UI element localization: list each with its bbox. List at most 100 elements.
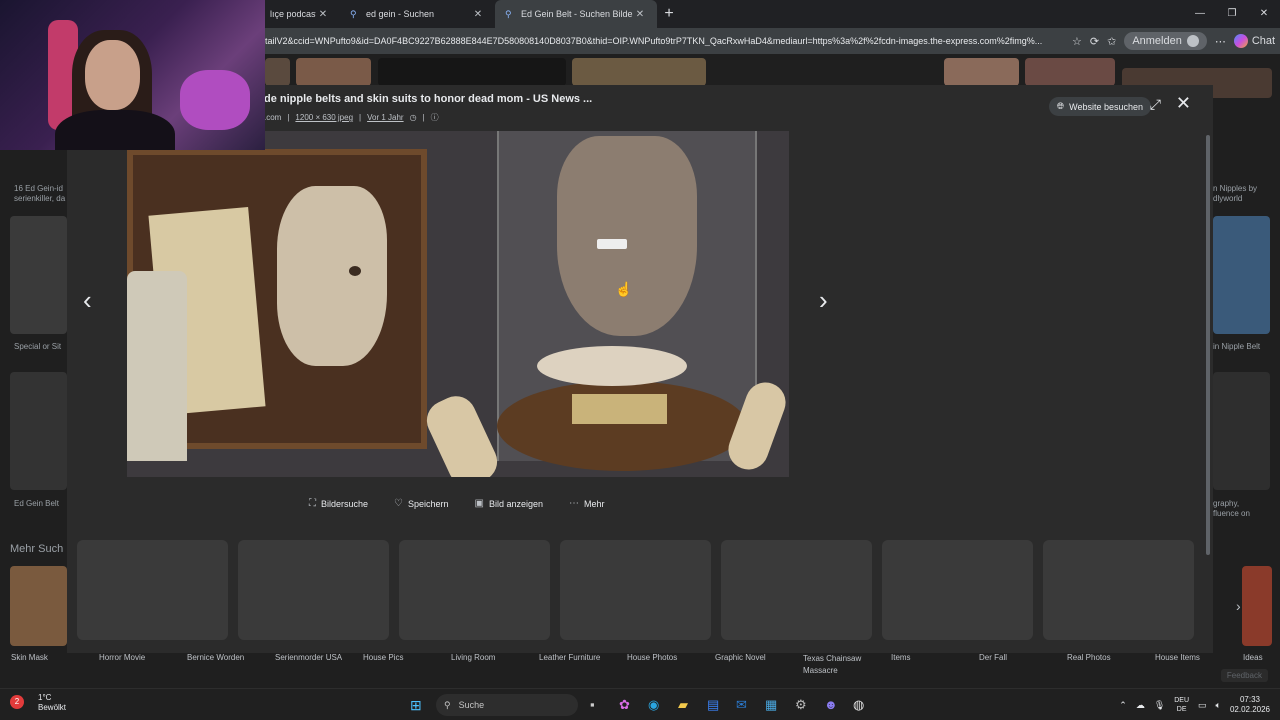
related-search-chip[interactable]: Texas Chainsaw Massacre xyxy=(803,653,873,677)
tab-ed-gein-belt-images[interactable]: ⚲ Ed Gein Belt - Suchen Bilder ✕ xyxy=(495,0,657,28)
related-search-chip[interactable]: Living Room xyxy=(451,653,495,662)
network-icon[interactable]: ☁ xyxy=(1136,700,1145,711)
photos-icon[interactable]: ▦ xyxy=(765,697,777,713)
related-image-placeholder[interactable] xyxy=(1043,540,1194,640)
language-indicator[interactable]: DEU DE xyxy=(1174,696,1189,714)
related-image-placeholder[interactable] xyxy=(721,540,872,640)
bg-caption: graphy, fluence on xyxy=(1213,499,1250,518)
microphone-icon[interactable]: 🎙︎ xyxy=(1154,700,1165,711)
more-button[interactable]: ⋯ Mehr xyxy=(569,498,605,509)
related-search-chip[interactable]: Items xyxy=(891,653,911,662)
meta-age[interactable]: Vor 1 Jahr xyxy=(367,113,403,122)
tab-ed-gein-search[interactable]: ⚲ ed gein - Suchen ✕ xyxy=(340,0,495,28)
window-controls: — ❐ ✕ xyxy=(1184,0,1280,28)
related-image-placeholder[interactable] xyxy=(238,540,389,640)
windows-start-icon[interactable]: ⊞ xyxy=(410,697,422,714)
visual-search-button[interactable]: ⛶ Bildersuche xyxy=(309,498,368,509)
window-close-icon[interactable]: ✕ xyxy=(1248,0,1280,28)
related-search-chip[interactable]: House Pics xyxy=(363,653,403,662)
file-explorer-icon[interactable]: ▰ xyxy=(678,697,688,713)
copilot-chat-button[interactable]: Chat xyxy=(1233,34,1275,48)
menu-dots-icon[interactable]: ⋯ xyxy=(1215,35,1226,48)
clock[interactable]: 07:33 02.02.2026 xyxy=(1230,695,1270,715)
related-search-chip[interactable]: Real Photos xyxy=(1067,653,1111,662)
refresh-icon[interactable]: ⟳ xyxy=(1090,35,1099,48)
signin-button[interactable]: Anmelden xyxy=(1124,32,1207,50)
related-image-placeholder[interactable] xyxy=(77,540,228,640)
feedback-button[interactable]: Feedback xyxy=(1220,669,1268,682)
visit-website-button[interactable]: 🌐︎ Website besuchen xyxy=(1048,97,1151,116)
bg-thumbnail[interactable] xyxy=(10,566,67,646)
edge-browser-icon[interactable]: ◉ xyxy=(648,697,659,713)
previous-image-icon[interactable]: ‹ xyxy=(83,285,92,316)
display-icon[interactable]: ▭ xyxy=(1198,700,1207,711)
related-search-chip[interactable]: Horror Movie xyxy=(99,653,145,662)
meta-domain[interactable]: .com xyxy=(264,113,281,122)
tab-close-icon[interactable]: ✕ xyxy=(471,9,485,20)
bg-thumbnail[interactable] xyxy=(378,58,566,86)
bg-thumbnail[interactable] xyxy=(944,58,1019,86)
related-search-chip[interactable]: Serienmorder USA xyxy=(275,653,342,662)
related-search-chip[interactable]: Der Fall xyxy=(979,653,1007,662)
volume-icon[interactable]: 🔈︎ xyxy=(1216,700,1221,711)
taskbar-search[interactable]: ⚲ Suche xyxy=(436,694,578,716)
maximize-icon[interactable]: ❐ xyxy=(1216,0,1248,28)
discord-icon[interactable]: ☻ xyxy=(824,697,838,712)
more-searches-heading: Mehr Such xyxy=(10,543,64,555)
store-icon[interactable]: ▤ xyxy=(707,697,719,713)
task-view-icon[interactable]: ▪ xyxy=(590,697,595,712)
bg-thumbnail[interactable] xyxy=(10,216,67,334)
image-bone xyxy=(420,389,504,477)
image-head xyxy=(557,136,697,336)
tab-podcast[interactable]: lıçe podcast pang ✕ xyxy=(260,0,340,28)
next-image-icon[interactable]: › xyxy=(819,285,828,316)
tray-chevron-icon[interactable]: ⌃ xyxy=(1119,700,1127,711)
streamer-body xyxy=(55,110,175,150)
meta-separator: | xyxy=(359,113,362,122)
bg-thumbnail[interactable] xyxy=(572,58,706,86)
related-search-chip[interactable]: Leather Furniture xyxy=(539,653,600,662)
info-icon[interactable]: ⓘ xyxy=(431,112,439,123)
related-search-chip[interactable]: House Items xyxy=(1155,653,1200,662)
bg-thumbnail[interactable] xyxy=(10,372,67,490)
view-image-button[interactable]: ▣ Bild anzeigen xyxy=(475,498,544,509)
save-button[interactable]: ♡ Speichern xyxy=(394,498,449,509)
clock-date: 02.02.2026 xyxy=(1229,705,1270,714)
meta-size[interactable]: 1200 × 630 jpeg xyxy=(295,113,353,122)
close-icon[interactable]: ✕ xyxy=(1176,93,1191,114)
weather-widget[interactable]: 2 1°C Bewölkt xyxy=(10,693,66,713)
search-placeholder: Suche xyxy=(458,700,485,710)
settings-gear-icon[interactable]: ⚙ xyxy=(795,697,807,713)
obs-icon[interactable]: ◍ xyxy=(853,697,864,713)
related-image-placeholder[interactable] xyxy=(399,540,550,640)
related-image-placeholder[interactable] xyxy=(560,540,711,640)
url-field[interactable]: tailV2&ccid=WNPufto9&id=DA0F4BC9227B6288… xyxy=(265,36,1060,46)
related-search-chip[interactable]: Graphic Novel xyxy=(715,653,766,662)
plush-toy xyxy=(180,70,250,130)
bg-thumbnail[interactable] xyxy=(265,58,290,86)
related-search-chip[interactable]: Bernice Worden xyxy=(187,653,244,662)
outlook-icon[interactable]: ✉ xyxy=(736,697,747,713)
main-image[interactable] xyxy=(127,131,789,477)
related-search-chip[interactable]: Skin Mask xyxy=(11,653,48,662)
carousel-next-icon[interactable]: › xyxy=(1236,598,1241,614)
bg-thumbnail[interactable] xyxy=(1025,58,1115,86)
new-tab-button[interactable]: + xyxy=(657,5,681,23)
tab-close-icon[interactable]: ✕ xyxy=(633,9,647,20)
fullscreen-icon[interactable]: ⤢ xyxy=(1150,96,1161,113)
viewer-scrollbar[interactable] xyxy=(1206,135,1210,555)
tab-label: lıçe podcast pang xyxy=(270,9,316,19)
bg-thumbnail[interactable] xyxy=(1213,372,1270,490)
minimize-icon[interactable]: — xyxy=(1184,0,1216,28)
tab-close-icon[interactable]: ✕ xyxy=(316,9,330,20)
image-title[interactable]: de nipple belts and skin suits to honor … xyxy=(264,93,592,105)
related-image-placeholder[interactable] xyxy=(882,540,1033,640)
bg-thumbnail[interactable] xyxy=(296,58,371,86)
copilot-icon[interactable]: ✿ xyxy=(619,697,630,713)
bg-thumbnail[interactable] xyxy=(1213,216,1270,334)
favorites-icon[interactable]: ✩ xyxy=(1107,35,1116,48)
related-search-chip[interactable]: Ideas xyxy=(1243,653,1263,662)
related-search-chip[interactable]: House Photos xyxy=(627,653,677,662)
bg-thumbnail[interactable] xyxy=(1242,566,1272,646)
favorite-star-icon[interactable]: ☆ xyxy=(1072,35,1082,48)
